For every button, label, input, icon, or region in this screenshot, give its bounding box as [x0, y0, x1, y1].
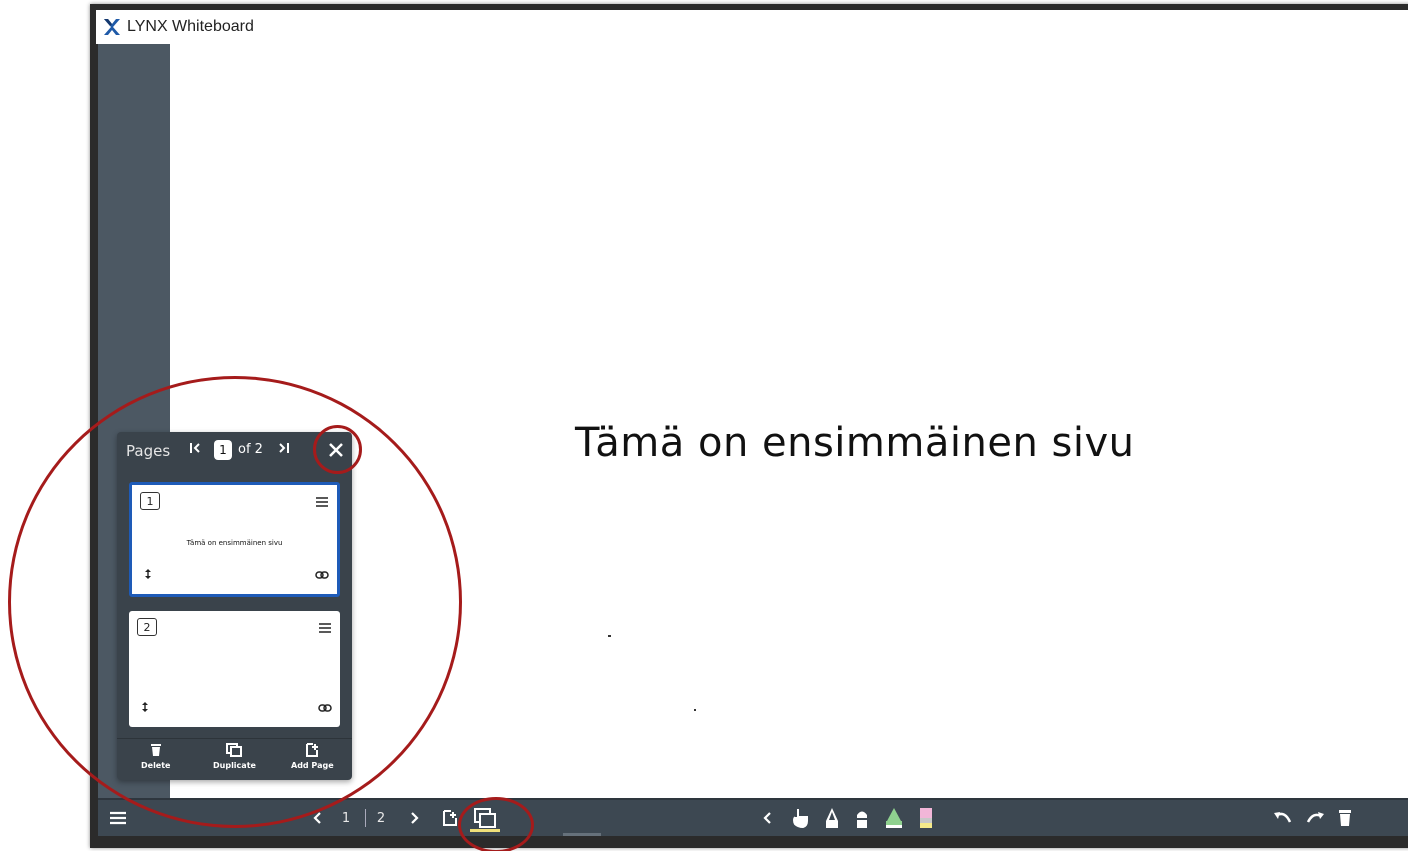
pages-panel-footer: Delete Duplicate Add Page — [117, 738, 352, 780]
canvas-mark — [608, 635, 611, 637]
move-vertical-icon — [145, 569, 151, 579]
redo-icon — [1306, 812, 1324, 823]
active-tool-indicator — [470, 829, 500, 832]
thumbnail-preview-text: Tämä on ensimmäinen sivu — [186, 539, 283, 547]
total-page-number: 2 — [376, 810, 386, 826]
link-icon — [315, 571, 329, 579]
next-page-button[interactable] — [404, 800, 424, 836]
page-link-button[interactable] — [315, 565, 329, 584]
undo-icon — [1274, 812, 1292, 823]
page-thumbnail-1[interactable]: 1 Tämä on ensimmäinen sivu — [129, 482, 340, 597]
hamburger-icon — [319, 623, 331, 633]
marker-icon — [857, 811, 867, 828]
trash-icon — [1339, 810, 1351, 826]
title-bar: LYNX Whiteboard — [96, 10, 1408, 44]
collapse-tools-button[interactable] — [758, 800, 778, 836]
app-title: LYNX Whiteboard — [127, 18, 254, 35]
add-page-button[interactable]: Add Page — [291, 743, 334, 770]
add-page-icon — [443, 810, 457, 826]
chevron-left-icon — [763, 812, 771, 824]
thumbnail-menu-button[interactable] — [318, 619, 332, 638]
page-thumbnail-2[interactable]: 2 — [129, 611, 340, 727]
pen-icon — [826, 808, 838, 828]
add-page-icon — [306, 743, 319, 757]
pages-panel-title: Pages — [126, 442, 171, 460]
delete-page-button[interactable]: Delete — [141, 743, 170, 770]
touch-tool-button[interactable] — [788, 800, 812, 836]
touch-icon — [793, 809, 808, 828]
pen-tool-button[interactable] — [820, 800, 844, 836]
highlighter-icon — [886, 808, 902, 828]
eraser-tool-button[interactable] — [914, 800, 938, 836]
last-page-icon — [279, 443, 289, 453]
hamburger-icon — [316, 497, 328, 507]
chevron-left-icon — [313, 812, 321, 824]
eraser-icon — [920, 808, 932, 828]
thumbnail-number: 1 — [140, 492, 160, 510]
canvas-mark — [694, 709, 696, 711]
first-page-button[interactable] — [188, 441, 202, 459]
pages-panel-header: Pages 1 of 2 — [117, 432, 352, 470]
page-number-input[interactable]: 1 — [214, 440, 232, 460]
menu-icon — [110, 811, 126, 825]
duplicate-icon — [226, 743, 243, 757]
page-separator — [365, 809, 366, 827]
trash-icon — [150, 744, 161, 756]
thumbnail-menu-button[interactable] — [315, 493, 329, 512]
pages-icon — [474, 808, 496, 828]
highlighter-tool-button[interactable] — [882, 800, 906, 836]
close-icon — [329, 443, 343, 457]
first-page-icon — [190, 443, 200, 453]
page-link-button[interactable] — [318, 698, 332, 717]
link-icon — [318, 704, 332, 712]
pages-panel: Pages 1 of 2 1 Tämä on ensimmäinen sivu … — [117, 432, 352, 780]
clear-page-button[interactable] — [1334, 800, 1356, 836]
close-panel-button[interactable] — [325, 438, 347, 462]
reorder-handle[interactable] — [144, 565, 152, 584]
move-vertical-icon — [142, 702, 148, 712]
canvas-text[interactable]: Tämä on ensimmäinen sivu — [575, 420, 1134, 466]
duplicate-page-button[interactable]: Duplicate — [213, 743, 256, 770]
add-page-toolbar-button[interactable] — [438, 800, 462, 836]
bottom-toolbar: 1 2 — [98, 798, 1408, 836]
reorder-handle[interactable] — [141, 698, 149, 717]
previous-page-button[interactable] — [308, 800, 328, 836]
thumbnail-number: 2 — [137, 618, 157, 636]
lynx-logo-icon — [104, 19, 120, 35]
menu-button[interactable] — [106, 800, 130, 836]
chevron-right-icon — [411, 812, 419, 824]
scroll-indicator — [563, 833, 601, 836]
last-page-button[interactable] — [277, 441, 291, 459]
current-page-number: 1 — [341, 810, 351, 826]
redo-button[interactable] — [1302, 800, 1328, 836]
undo-button[interactable] — [1270, 800, 1296, 836]
page-count-label: of 2 — [238, 442, 263, 457]
marker-tool-button[interactable] — [850, 800, 874, 836]
